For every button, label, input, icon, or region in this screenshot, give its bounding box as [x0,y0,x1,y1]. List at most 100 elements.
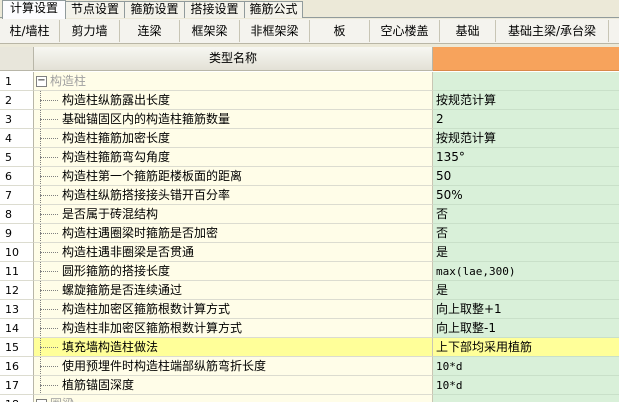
setting-label: 构造柱非加密区箍筋根数计算方式 [62,321,243,335]
setting-value-cell[interactable]: 按规范计算 [433,91,619,110]
table-row[interactable]: 5 构造柱箍筋弯勾角度 135° [0,148,619,167]
table-row[interactable]: 3 基础锚固区内的构造柱箍筋数量 2 [0,110,619,129]
subtab-hollow-floor[interactable]: 空心楼盖 [370,20,440,42]
tab-lap-settings[interactable]: 搭接设置 [184,1,245,18]
setting-label: 构造柱纵筋搭接接头错开百分率 [62,188,231,202]
setting-value-cell[interactable]: 否 [433,224,619,243]
row-number: 11 [0,262,34,281]
row-number: 17 [0,376,34,395]
row-number-header [0,47,34,71]
row-number: 12 [0,281,34,300]
row-number: 7 [0,186,34,205]
row-number: 18 [0,395,34,402]
setting-value-cell[interactable]: max(lae,300) [433,262,619,281]
group-row[interactable]: 18−圈梁 [0,395,619,402]
tab-node-settings[interactable]: 节点设置 [65,1,125,18]
setting-name-cell: 构造柱非加密区箍筋根数计算方式 [34,319,433,338]
table-row[interactable]: 6 构造柱第一个箍筋距楼板面的距离 50 [0,167,619,186]
tab-stirrup-settings[interactable]: 箍筋设置 [124,1,185,18]
subtab-foundation[interactable]: 基础 [440,20,496,42]
table-row[interactable]: 13 构造柱加密区箍筋根数计算方式 向上取整+1 [0,300,619,319]
setting-label: 基础锚固区内的构造柱箍筋数量 [62,112,231,126]
setting-value-cell[interactable]: 向上取整-1 [433,319,619,338]
setting-value-cell[interactable]: 按规范计算 [433,129,619,148]
setting-label: 构造柱遇圈梁时箍筋是否加密 [62,226,219,240]
tree-connector [40,157,58,158]
subtab-shear-wall[interactable]: 剪力墙 [60,20,120,42]
setting-name-cell: 是否属于砖混结构 [34,205,433,224]
setting-value-cell[interactable]: 135° [433,148,619,167]
tab-stirrup-formula[interactable]: 箍筋公式 [244,1,303,18]
setting-name-cell: 构造柱纵筋搭接接头错开百分率 [34,186,433,205]
setting-name-cell: 植筋锚固深度 [34,376,433,395]
table-row[interactable]: 14 构造柱非加密区箍筋根数计算方式 向上取整-1 [0,319,619,338]
table-row[interactable]: 17 植筋锚固深度 10*d [0,376,619,395]
setting-name-cell: 构造柱箍筋弯勾角度 [34,148,433,167]
tree-connector [40,328,58,329]
row-number: 15 [0,338,34,357]
value-header [433,47,619,71]
subtab-nonframe-beam[interactable]: 非框架梁 [240,20,310,42]
setting-label: 构造柱第一个箍筋距楼板面的距离 [62,169,243,183]
setting-value-cell[interactable]: 50 [433,167,619,186]
setting-label: 构造柱遇非圈梁是否贯通 [62,245,195,259]
table-row[interactable]: 4 构造柱箍筋加密长度 按规范计算 [0,129,619,148]
row-number: 10 [0,243,34,262]
setting-value-cell[interactable]: 向上取整+1 [433,300,619,319]
setting-label: 构造柱箍筋加密长度 [62,131,171,145]
tree-connector [40,119,58,120]
setting-value-cell[interactable]: 否 [433,205,619,224]
tree-connector [40,176,58,177]
setting-label: 是否属于砖混结构 [62,207,159,221]
table-row[interactable]: 12 螺旋箍筋是否连续通过 是 [0,281,619,300]
row-number: 16 [0,357,34,376]
table-row[interactable]: 7 构造柱纵筋搭接接头错开百分率 50% [0,186,619,205]
type-name-header: 类型名称 [34,47,433,71]
setting-value-cell[interactable] [433,395,619,402]
setting-name-cell: 使用预埋件时构造柱端部纵筋弯折长度 [34,357,433,376]
setting-name-cell: 构造柱遇圈梁时箍筋是否加密 [34,224,433,243]
subtab-foundation-main-beam[interactable]: 基础主梁/承台梁 [496,20,609,42]
setting-value-cell[interactable]: 2 [433,110,619,129]
subtab-coupling-beam[interactable]: 连梁 [120,20,180,42]
tree-connector [40,252,58,253]
setting-value-cell[interactable]: 是 [433,243,619,262]
table-row[interactable]: 11 圆形箍筋的搭接长度 max(lae,300) [0,262,619,281]
table-row[interactable]: 10 构造柱遇非圈梁是否贯通 是 [0,243,619,262]
row-number: 13 [0,300,34,319]
setting-label: 圈梁 [50,395,74,402]
tree-connector [40,195,58,196]
setting-label: 填充墙构造柱做法 [62,340,159,354]
row-number: 3 [0,110,34,129]
setting-value-cell[interactable]: 10*d [433,376,619,395]
setting-name-cell: 螺旋箍筋是否连续通过 [34,281,433,300]
table-row[interactable]: 16 使用预埋件时构造柱端部纵筋弯折长度 10*d [0,357,619,376]
setting-value-cell[interactable]: 10*d [433,357,619,376]
table-row[interactable]: 15 填充墙构造柱做法 上下部均采用植筋 [0,338,619,357]
table-row[interactable]: 9 构造柱遇圈梁时箍筋是否加密 否 [0,224,619,243]
tab-calc-settings[interactable]: 计算设置 [2,0,66,19]
tree-connector [40,366,58,367]
setting-name-cell: 构造柱第一个箍筋距楼板面的距离 [34,167,433,186]
setting-label: 构造柱纵筋露出长度 [62,93,171,107]
table-row[interactable]: 2 构造柱纵筋露出长度 按规范计算 [0,91,619,110]
minus-expander-icon[interactable]: − [36,76,47,87]
row-number: 9 [0,224,34,243]
group-row[interactable]: 1− 构造柱 [0,72,619,91]
setting-value-cell[interactable]: 上下部均采用植筋 [433,338,619,357]
setting-value-cell[interactable] [433,72,619,91]
setting-value-cell[interactable]: 50% [433,186,619,205]
row-number: 6 [0,167,34,186]
setting-name-cell: −圈梁 [34,395,433,402]
tree-connector [40,309,58,310]
subtab-frame-beam[interactable]: 框架梁 [180,20,240,42]
settings-grid: 类型名称 1− 构造柱 2 构造柱纵筋露出长度 按规范计算 3 基础锚固区内的构造柱箍筋数量… [0,47,619,402]
setting-name-cell: − 构造柱 [34,72,433,91]
subtab-column-wallcolumn[interactable]: 柱/墙柱 [0,20,60,42]
setting-label: 螺旋箍筋是否连续通过 [62,283,183,297]
tree-connector [40,385,58,386]
table-row[interactable]: 8 是否属于砖混结构 否 [0,205,619,224]
row-number: 8 [0,205,34,224]
subtab-slab[interactable]: 板 [310,20,370,42]
setting-value-cell[interactable]: 是 [433,281,619,300]
